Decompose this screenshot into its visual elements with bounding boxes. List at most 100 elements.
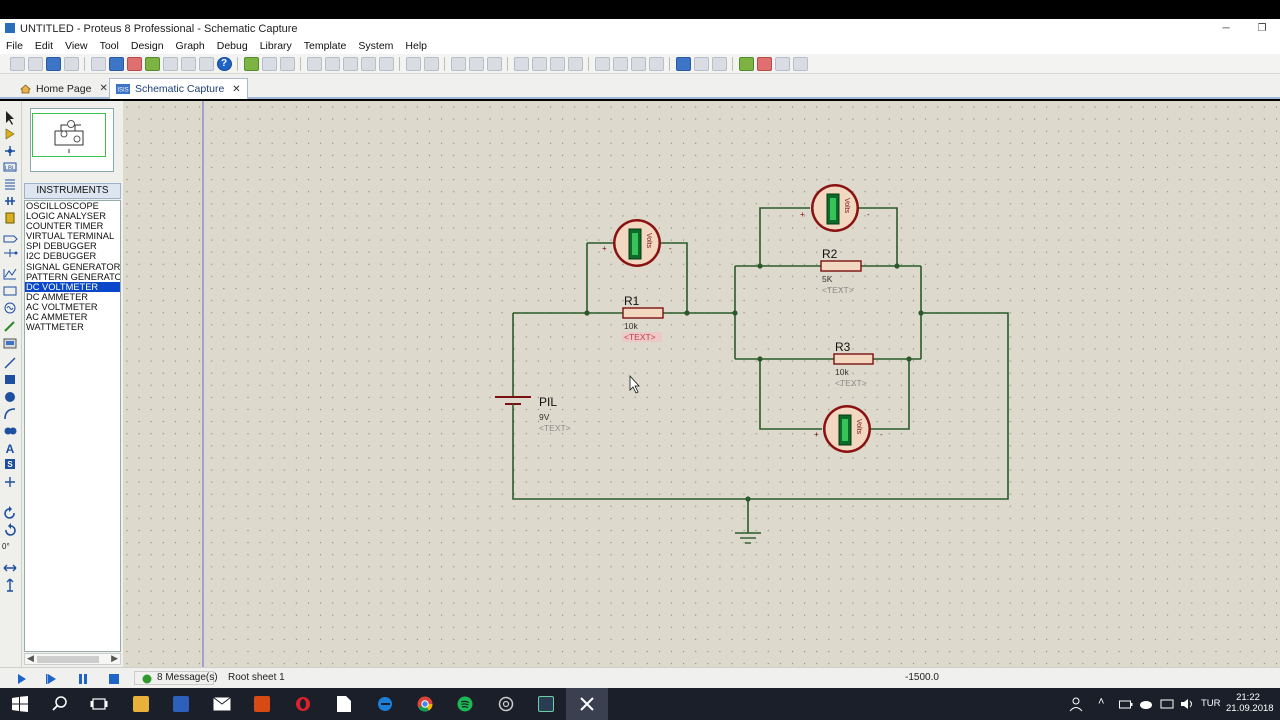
make-device-icon[interactable] — [612, 56, 628, 71]
list-item[interactable]: AC AMMETER — [25, 312, 120, 322]
stop-icon[interactable] — [109, 674, 119, 684]
menu-debug[interactable]: Debug — [211, 40, 254, 52]
junction-dot[interactable] — [918, 310, 924, 316]
wire[interactable] — [859, 207, 898, 266]
bus-icon[interactable] — [5, 197, 15, 205]
source-code-icon[interactable] — [198, 56, 214, 71]
list-item[interactable]: COUNTER TIMER — [25, 221, 120, 231]
office-icon[interactable] — [254, 696, 270, 712]
mirror-horizontal-icon[interactable] — [3, 564, 17, 572]
proteus-taskbar-icon[interactable] — [579, 696, 595, 712]
resistor-r3[interactable]: R3 10k <TEXT> — [833, 340, 874, 388]
resistor-r2[interactable]: R2 5K <TEXT> — [820, 247, 862, 295]
list-item[interactable]: SPI DEBUGGER — [25, 241, 120, 251]
r2-text[interactable]: <TEXT> — [822, 285, 854, 295]
packaging-icon[interactable] — [630, 56, 646, 71]
edge-icon[interactable] — [377, 696, 393, 712]
minimize-button[interactable]: ─ — [1208, 19, 1244, 38]
block-rotate-icon[interactable] — [549, 56, 565, 71]
design-explorer-icon[interactable] — [180, 56, 196, 71]
junction-dot[interactable] — [757, 356, 763, 362]
text-2d-icon[interactable]: A — [6, 442, 15, 456]
battery-value[interactable]: 9V — [539, 412, 550, 422]
help-icon[interactable]: ? — [216, 56, 232, 71]
remove-sheet-icon[interactable] — [756, 56, 772, 71]
schematic-icon[interactable] — [108, 56, 124, 71]
mirror-vertical-icon[interactable] — [6, 578, 14, 592]
search-tag-icon[interactable] — [693, 56, 709, 71]
cloud-icon[interactable] — [1139, 698, 1153, 710]
property-tool-icon[interactable] — [711, 56, 727, 71]
home-icon[interactable] — [90, 56, 106, 71]
r2-name[interactable]: R2 — [822, 247, 838, 261]
box-2d-icon[interactable] — [5, 375, 15, 384]
wire-autorouter-icon[interactable] — [675, 56, 691, 71]
menu-view[interactable]: View — [59, 40, 94, 52]
redo-icon[interactable] — [423, 56, 439, 71]
block-copy-icon[interactable] — [513, 56, 529, 71]
proteus-isis-taskbar-icon[interactable] — [538, 696, 554, 712]
wire[interactable] — [661, 242, 688, 313]
new-sheet-icon[interactable] — [738, 56, 754, 71]
undo-icon[interactable] — [405, 56, 421, 71]
task-view-icon[interactable] — [90, 696, 108, 712]
battery-icon[interactable] — [1119, 699, 1133, 711]
list-item[interactable]: I2C DEBUGGER — [25, 251, 120, 261]
r3-value[interactable]: 10k — [835, 367, 849, 377]
r1-name[interactable]: R1 — [624, 294, 640, 308]
symbol-2d-icon[interactable]: S — [5, 459, 15, 469]
battery-pil[interactable]: PIL 9V <TEXT> — [495, 393, 571, 433]
gallery-icon[interactable] — [144, 56, 160, 71]
pick-device-icon[interactable] — [594, 56, 610, 71]
tab-home-page[interactable]: Home Page ✕ — [14, 78, 114, 99]
zoom-all-icon[interactable] — [360, 56, 376, 71]
chevron-up-icon[interactable]: ˄ — [1098, 696, 1104, 708]
text-script-icon[interactable] — [5, 179, 15, 190]
battery-text[interactable]: <TEXT> — [539, 423, 571, 433]
scroll-right-icon[interactable]: ▶ — [111, 653, 118, 664]
block-move-icon[interactable] — [531, 56, 547, 71]
close-icon[interactable]: ✕ — [99, 83, 107, 94]
menu-design[interactable]: Design — [125, 40, 170, 52]
pause-icon[interactable] — [79, 674, 87, 684]
grid-icon[interactable] — [261, 56, 277, 71]
rotate-anticlockwise-icon[interactable] — [5, 523, 16, 536]
list-item[interactable]: VIRTUAL TERMINAL — [25, 231, 120, 241]
menu-edit[interactable]: Edit — [29, 40, 59, 52]
decompose-icon[interactable] — [648, 56, 664, 71]
junction-dot[interactable] — [732, 310, 738, 316]
menu-tool[interactable]: Tool — [94, 40, 125, 52]
junction-dot[interactable] — [745, 496, 751, 502]
document-icon[interactable] — [337, 696, 351, 712]
exit-parent-icon[interactable] — [774, 56, 790, 71]
rotate-clockwise-icon[interactable] — [4, 506, 15, 519]
junction-dot[interactable] — [894, 263, 900, 269]
arc-2d-icon[interactable] — [4, 408, 16, 420]
list-item[interactable]: PATTERN GENERATO — [25, 272, 120, 282]
new-file-icon[interactable] — [9, 56, 25, 71]
messages-count[interactable]: 8 Message(s) — [157, 672, 218, 683]
wire-label-icon[interactable]: LBL — [3, 162, 17, 172]
copy-icon[interactable] — [468, 56, 484, 71]
play-icon[interactable] — [18, 674, 26, 684]
scroll-thumb[interactable] — [37, 656, 99, 663]
bom-icon[interactable] — [162, 56, 178, 71]
menu-system[interactable]: System — [352, 40, 399, 52]
open-folder-icon[interactable] — [27, 56, 43, 71]
volume-icon[interactable] — [1180, 698, 1194, 710]
marker-2d-icon[interactable] — [5, 477, 15, 487]
tab-schematic-capture[interactable]: ISIS Schematic Capture ✕ — [109, 78, 248, 99]
pcb-icon[interactable] — [126, 56, 142, 71]
list-item[interactable]: SIGNAL GENERATOR — [25, 262, 120, 272]
junction-dot[interactable] — [684, 310, 690, 316]
aperture-app-icon[interactable] — [498, 696, 514, 712]
junction-dot-icon[interactable] — [5, 146, 15, 156]
r1-text[interactable]: <TEXT> — [624, 332, 656, 342]
circle-2d-icon[interactable] — [5, 392, 15, 402]
instruments-hscrollbar[interactable]: ◀ ▶ — [24, 653, 121, 665]
people-icon[interactable] — [1068, 696, 1084, 712]
menu-graph[interactable]: Graph — [170, 40, 211, 52]
zoom-in-icon[interactable] — [324, 56, 340, 71]
generator-mode-icon[interactable] — [4, 302, 16, 314]
close-project-icon[interactable] — [63, 56, 79, 71]
